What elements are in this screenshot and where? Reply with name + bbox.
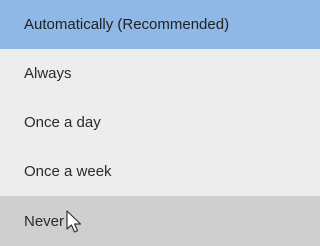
- option-label: Always: [24, 65, 72, 82]
- option-never[interactable]: Never: [0, 196, 320, 246]
- update-frequency-dropdown-list: Automatically (Recommended) Always Once …: [0, 0, 320, 246]
- option-label: Once a day: [24, 114, 101, 131]
- option-label: Automatically (Recommended): [24, 16, 230, 33]
- option-once-a-day[interactable]: Once a day: [0, 98, 320, 147]
- option-always[interactable]: Always: [0, 49, 320, 98]
- mouse-pointer-icon: [66, 210, 82, 233]
- option-once-a-week[interactable]: Once a week: [0, 147, 320, 196]
- option-label: Once a week: [24, 163, 112, 180]
- option-label: Never: [24, 212, 65, 230]
- option-automatically-recommended[interactable]: Automatically (Recommended): [0, 0, 320, 49]
